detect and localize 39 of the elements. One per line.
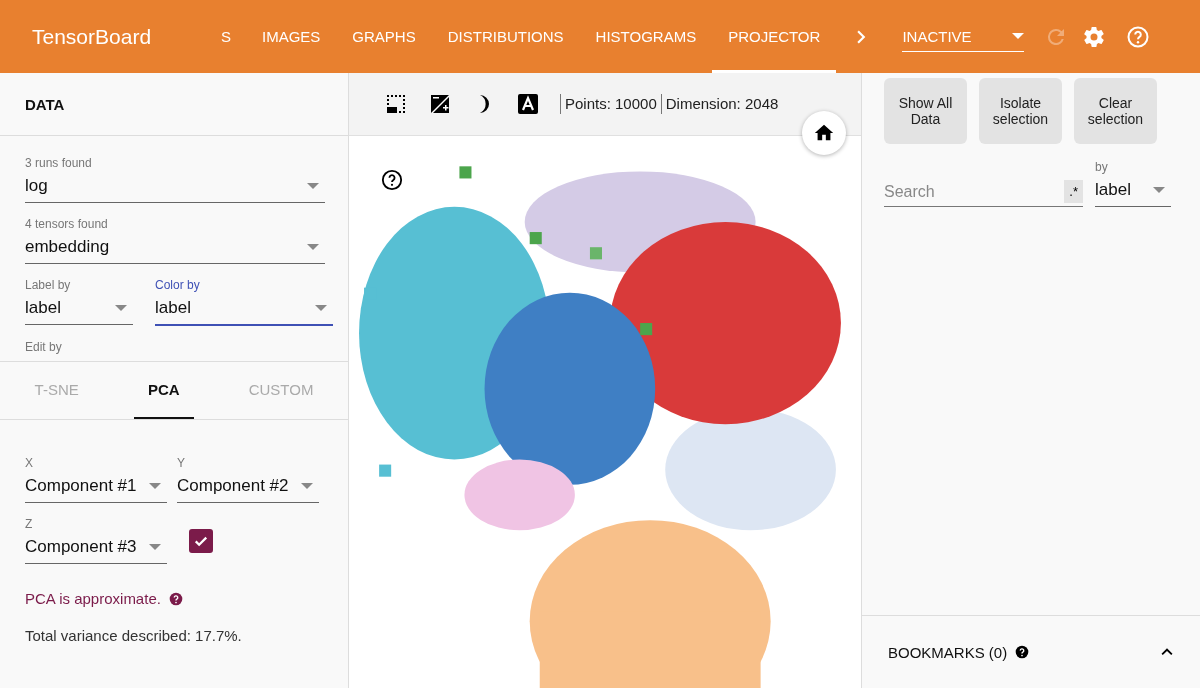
- warning-text: PCA is approximate.: [25, 590, 161, 607]
- action-button[interactable]: Isolate selection: [979, 78, 1062, 144]
- labels-icon[interactable]: [516, 92, 540, 116]
- projection-tab[interactable]: PCA: [133, 362, 194, 419]
- search-field[interactable]: Search .*: [884, 180, 1083, 207]
- dropdown[interactable]: embedding: [25, 234, 325, 264]
- variance-text: Total variance described: 17.7%.: [25, 627, 243, 644]
- app-title: TensorBoard: [32, 24, 153, 49]
- field-label: by: [1095, 160, 1109, 174]
- help-icon[interactable]: [381, 169, 403, 191]
- dropdown[interactable]: label: [1095, 177, 1171, 207]
- dropdown[interactable]: log: [25, 173, 325, 203]
- help-icon[interactable]: [1015, 645, 1030, 659]
- field-label: 4 tensors found: [25, 217, 109, 231]
- action-button[interactable]: Clear selection: [1074, 78, 1157, 144]
- field-label: Label by: [25, 278, 72, 292]
- field-label: 3 runs found: [25, 156, 93, 170]
- dropdown[interactable]: Component #3: [25, 534, 167, 564]
- section-title: BOOKMARKS (0): [888, 643, 1008, 661]
- action-button[interactable]: Show All Data: [884, 78, 967, 144]
- dropdown[interactable]: Component #1: [25, 473, 167, 503]
- help-icon[interactable]: [168, 591, 183, 606]
- regex-toggle[interactable]: .*: [1064, 180, 1083, 203]
- field-label: Z: [25, 517, 34, 531]
- panel-title: DATA: [25, 95, 65, 113]
- points-count: Points: 10000: [560, 94, 661, 114]
- night-mode-icon[interactable]: [428, 92, 452, 116]
- field-label: Y: [177, 456, 186, 470]
- checkbox[interactable]: [189, 529, 213, 553]
- dropdown[interactable]: label: [155, 295, 333, 326]
- field-label: X: [25, 456, 34, 470]
- field-label: Color by: [155, 278, 201, 292]
- field-label: Edit by: [25, 340, 62, 354]
- dropdown[interactable]: Component #2: [177, 473, 319, 503]
- caret-icon: [1012, 33, 1025, 39]
- selection-icon[interactable]: [384, 92, 408, 116]
- dropdown[interactable]: label: [25, 295, 133, 325]
- settings-icon[interactable]: [1082, 24, 1107, 49]
- dimension-count: Dimension: 2048: [660, 94, 783, 114]
